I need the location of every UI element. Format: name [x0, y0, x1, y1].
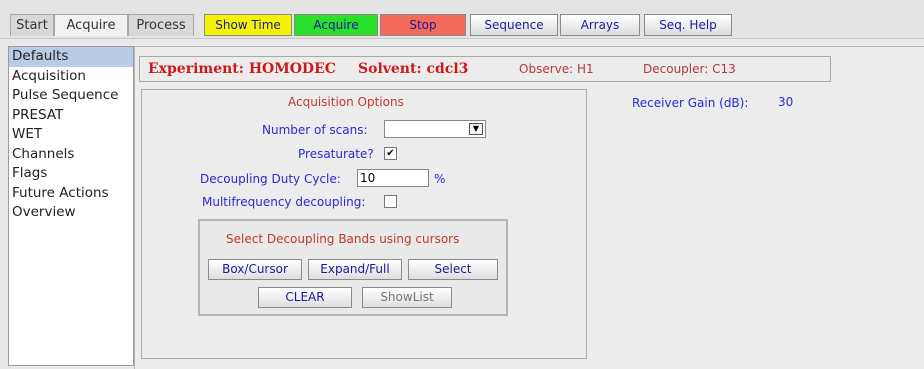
multifrequency-label: Multifrequency decoupling:	[202, 195, 366, 209]
decoupling-bands-title: Select Decoupling Bands using cursors	[226, 232, 460, 246]
seq-help-button[interactable]: Seq. Help	[644, 14, 732, 36]
num-scans-label: Number of scans:	[262, 123, 368, 137]
check-icon: ✔	[386, 148, 395, 159]
acquire-button[interactable]: Acquire	[294, 14, 378, 36]
observe-label: Observe: H1	[519, 62, 594, 76]
duty-cycle-label: Decoupling Duty Cycle:	[200, 172, 341, 186]
top-toolbar: Start Acquire Process Show Time Acquire …	[0, 0, 924, 39]
box-cursor-button[interactable]: Box/Cursor	[208, 259, 302, 280]
presaturate-label: Presaturate?	[298, 147, 374, 161]
solvent-label: Solvent: cdcl3	[358, 61, 469, 77]
sidebar-item-defaults[interactable]: Defaults	[9, 47, 133, 67]
expand-full-button[interactable]: Expand/Full	[308, 259, 402, 280]
receiver-gain-value[interactable]: 30	[778, 95, 793, 109]
sequence-button[interactable]: Sequence	[470, 14, 558, 36]
tab-start[interactable]: Start	[10, 14, 54, 36]
decoupler-label: Decoupler: C13	[643, 62, 736, 76]
sidebar-item-presat[interactable]: PRESAT	[9, 106, 133, 126]
sidebar-panel: Defaults Acquisition Pulse Sequence PRES…	[8, 46, 134, 366]
app-window: Start Acquire Process Show Time Acquire …	[0, 0, 924, 369]
duty-cycle-unit: %	[434, 172, 446, 186]
show-time-button[interactable]: Show Time	[204, 14, 292, 36]
sidebar-item-channels[interactable]: Channels	[9, 145, 133, 165]
arrays-button[interactable]: Arrays	[560, 14, 640, 36]
sidebar-item-pulse-sequence[interactable]: Pulse Sequence	[9, 86, 133, 106]
experiment-info-bar: Experiment: HOMODEC Solvent: cdcl3 Obser…	[139, 56, 831, 82]
tab-acquire[interactable]: Acquire	[54, 14, 128, 36]
acquisition-options-title: Acquisition Options	[288, 95, 404, 109]
sidebar-item-future-actions[interactable]: Future Actions	[9, 184, 133, 204]
num-scans-select[interactable]: ▼	[384, 120, 486, 138]
tab-process[interactable]: Process	[128, 14, 194, 36]
stop-button[interactable]: Stop	[380, 14, 466, 36]
chevron-down-icon[interactable]: ▼	[469, 123, 483, 135]
receiver-gain-label: Receiver Gain (dB):	[632, 96, 749, 110]
showlist-button[interactable]: ShowList	[362, 287, 452, 308]
presaturate-checkbox[interactable]: ✔	[384, 147, 397, 160]
sidebar-item-overview[interactable]: Overview	[9, 203, 133, 223]
experiment-label: Experiment: HOMODEC	[148, 61, 336, 77]
sidebar-item-wet[interactable]: WET	[9, 125, 133, 145]
sidebar-item-flags[interactable]: Flags	[9, 164, 133, 184]
multifrequency-checkbox[interactable]	[384, 195, 397, 208]
sidebar-item-acquisition[interactable]: Acquisition	[9, 67, 133, 87]
duty-cycle-input[interactable]: 10	[357, 169, 429, 187]
clear-button[interactable]: CLEAR	[258, 287, 352, 308]
select-button[interactable]: Select	[408, 259, 498, 280]
